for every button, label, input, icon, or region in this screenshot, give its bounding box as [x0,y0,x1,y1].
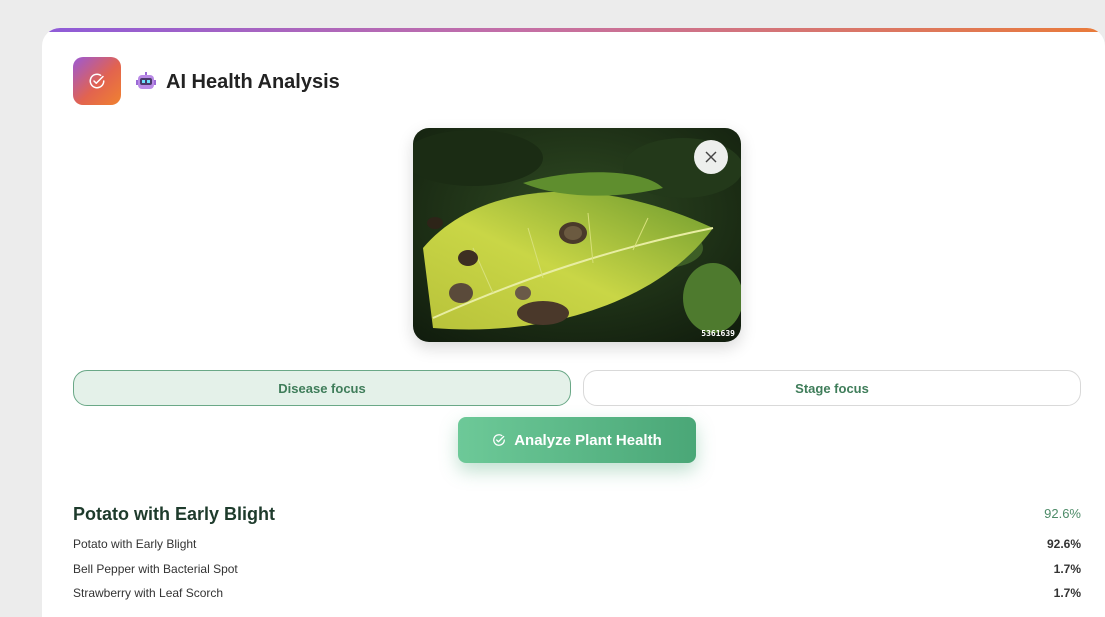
analyze-plant-health-button[interactable]: Analyze Plant Health [458,417,696,463]
stage-focus-button[interactable]: Stage focus [583,370,1081,406]
prediction-value: 1.7% [1053,562,1081,576]
header-badge [73,57,121,105]
top-result-title: Potato with Early Blight [73,504,276,524]
leaf-photo [413,128,741,342]
robot-icon [136,72,156,89]
prediction-row: Strawberry with Leaf Scorch 1.7% [73,584,1081,602]
analyze-button-label: Analyze Plant Health [514,431,662,449]
page-title: AI Health Analysis [166,71,340,93]
close-icon [705,151,717,163]
prediction-label: Strawberry with Leaf Scorch [73,586,224,600]
check-circle-icon [89,73,105,89]
prediction-row: Potato with Early Blight 92.6% [73,535,1081,553]
prediction-value: 92.6% [1046,537,1081,551]
gradient-top-bar [42,28,1105,32]
image-watermark: 5361639 [701,329,735,338]
disease-focus-button[interactable]: Disease focus [73,370,571,406]
remove-image-button[interactable] [694,140,728,174]
uploaded-image-preview: 5361639 [413,128,741,342]
analysis-card: AI Health Analysis 5361639 Disease focus… [42,28,1105,617]
prediction-label: Potato with Early Blight [73,537,197,551]
top-result-confidence: 92.6% [1044,506,1081,521]
prediction-row: Bell Pepper with Bacterial Spot 1.7% [73,560,1081,578]
prediction-label: Bell Pepper with Bacterial Spot [73,562,238,576]
prediction-value: 1.7% [1053,586,1081,600]
check-circle-icon [493,434,506,446]
